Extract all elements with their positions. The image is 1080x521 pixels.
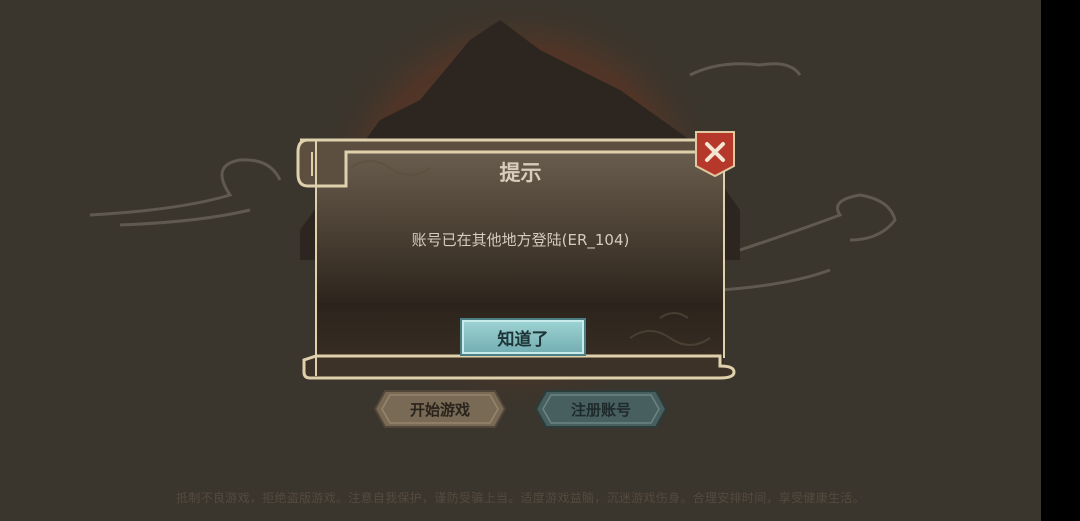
dialog-title: 提示	[499, 161, 542, 185]
close-button[interactable]	[694, 130, 736, 178]
close-x-icon	[695, 131, 735, 178]
dialog-message: 账号已在其他地方登陆(ER_104)	[411, 231, 630, 249]
confirm-button[interactable]: 知道了	[460, 318, 586, 356]
screen-edge-bar	[1041, 0, 1080, 521]
game-login-screen: 开始游戏 注册账号 抵制不良游戏，拒绝盗版游戏。注意自我保护，谨防受骗上当。适度…	[0, 0, 1041, 521]
confirm-label: 知道了	[497, 329, 549, 350]
